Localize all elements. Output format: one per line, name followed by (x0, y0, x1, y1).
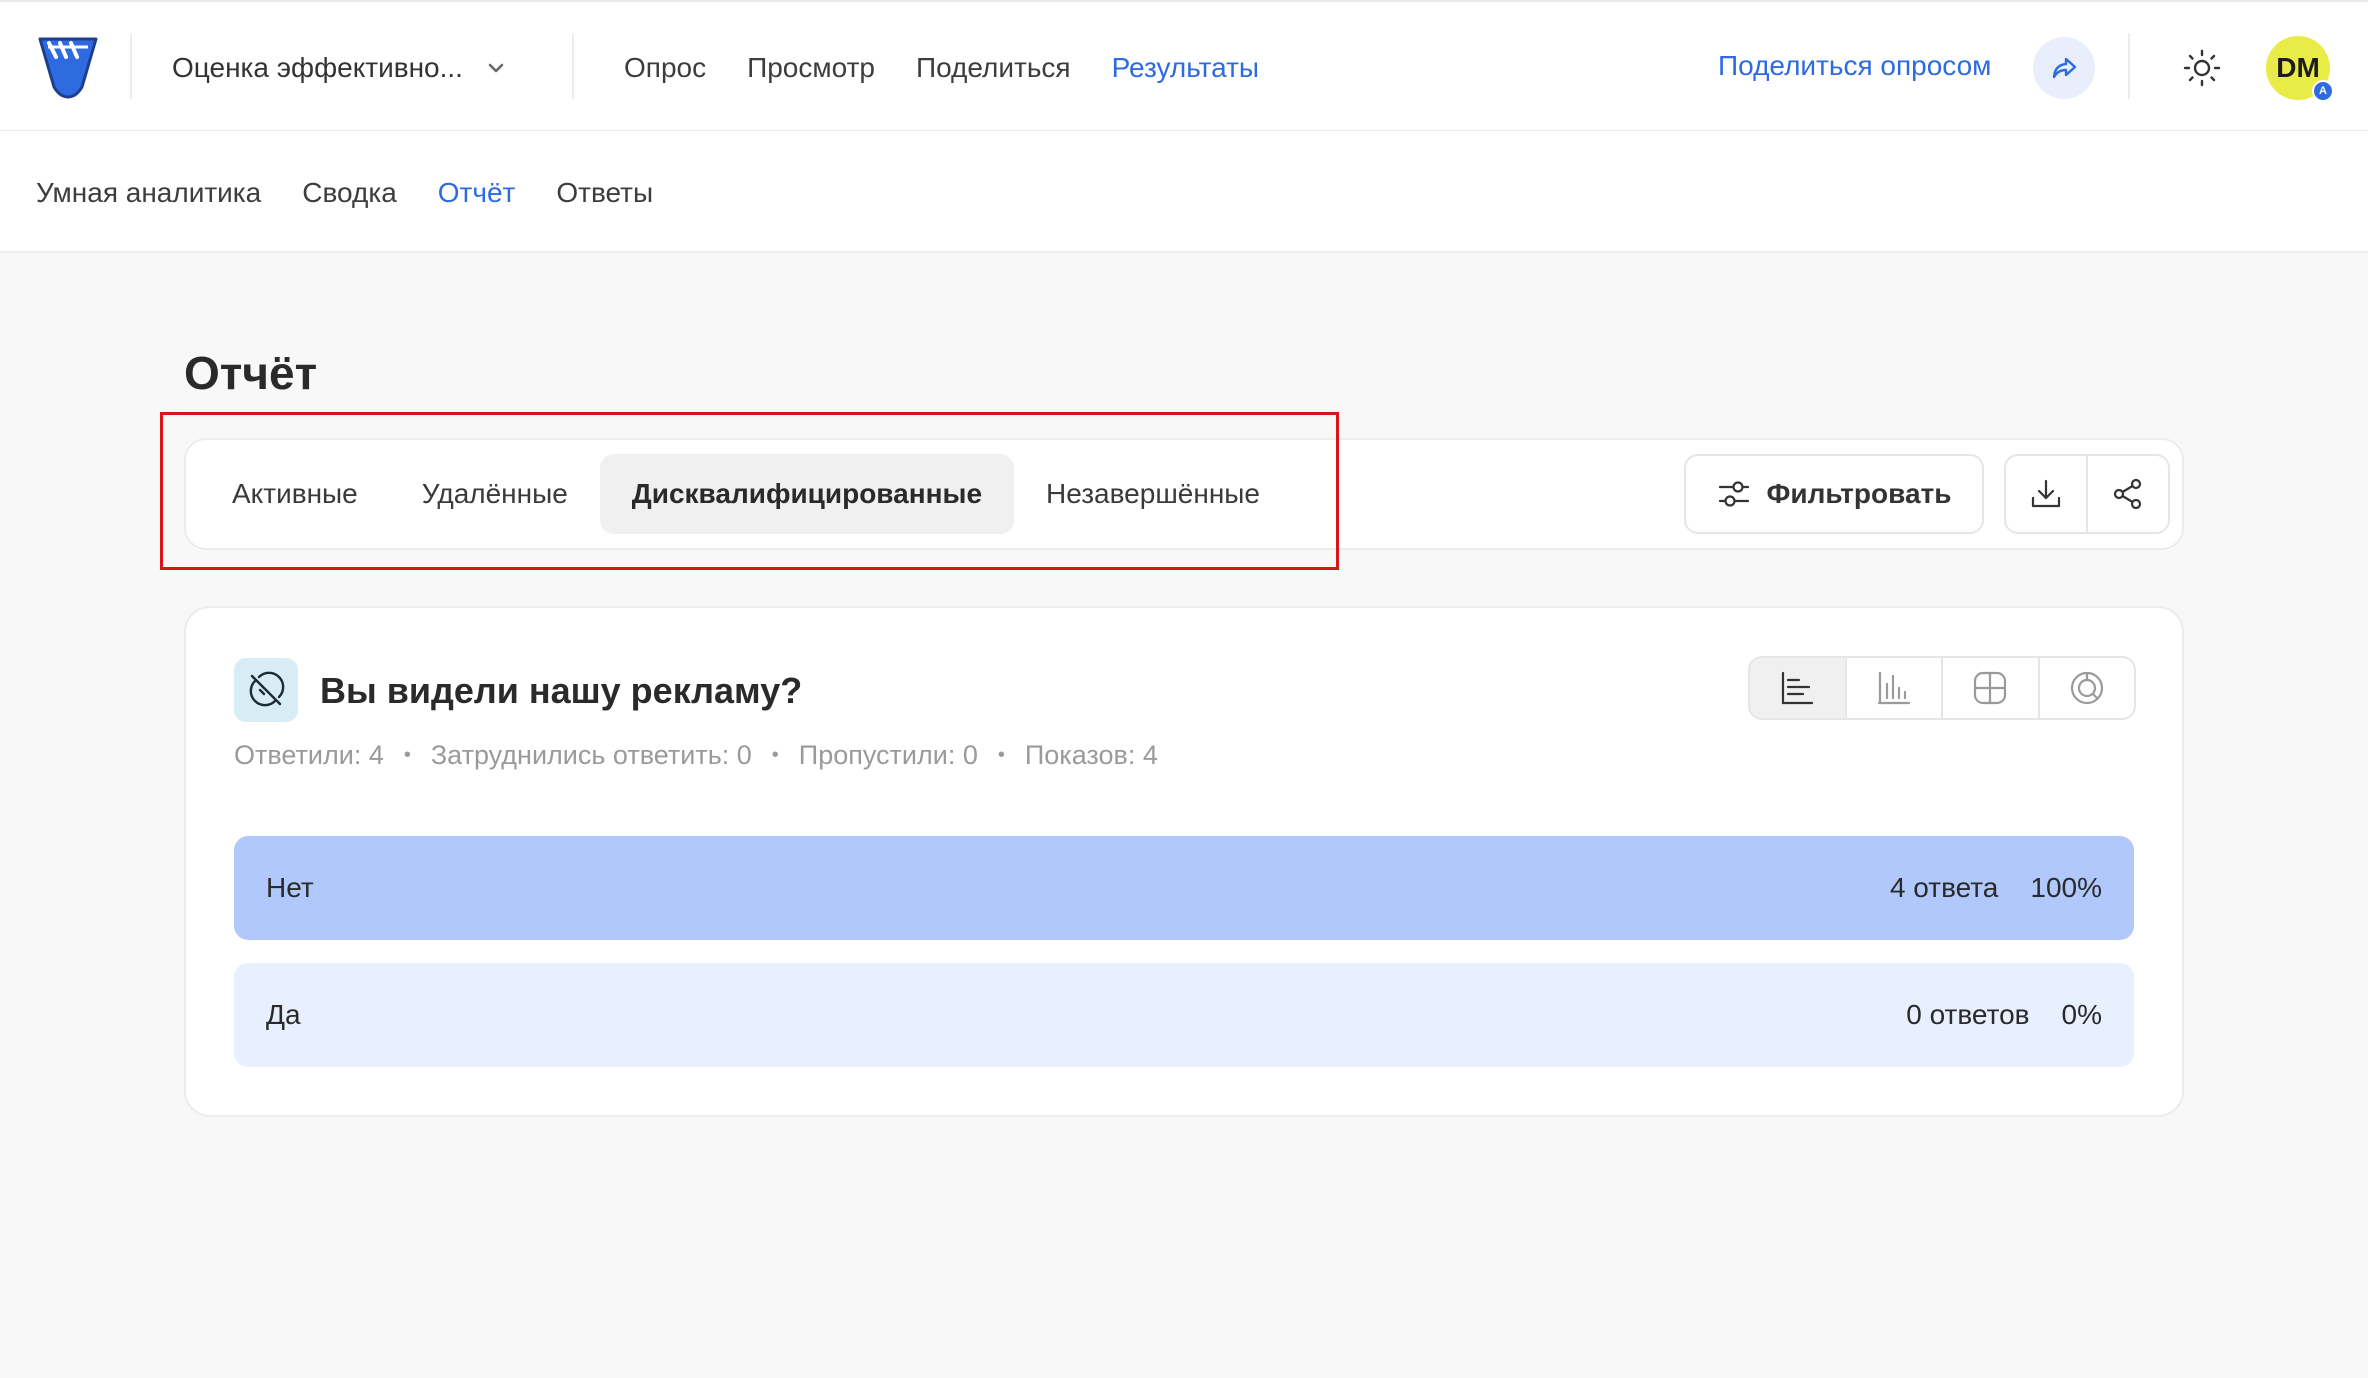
download-icon (2031, 479, 2061, 508)
answer-percent: 0% (2061, 999, 2102, 1030)
download-button[interactable] (2006, 456, 2086, 532)
question-title: Вы видели нашу рекламу? (320, 670, 803, 711)
subnav-item-smart-analytics[interactable]: Умная аналитика (36, 177, 261, 209)
share-arrow-icon (2052, 57, 2077, 79)
tab-incomplete[interactable]: Незавершённые (1014, 454, 1292, 534)
header-divider (572, 33, 574, 99)
avatar-initials: DM (2276, 52, 2320, 83)
header-divider (2128, 33, 2130, 99)
results-subnav: Умная аналитика Сводка Отчёт Ответы (36, 171, 653, 215)
survey-selector[interactable]: Оценка эффективно... (172, 46, 507, 90)
page-title: Отчёт (184, 347, 318, 399)
grid-table-icon (1974, 671, 2007, 705)
share-survey-link[interactable]: Поделиться опросом (1718, 50, 1991, 82)
user-avatar[interactable]: DM A (2266, 36, 2334, 102)
app-logo-icon[interactable] (36, 33, 100, 99)
avatar-badge: A (2312, 80, 2334, 102)
chart-view-switcher (1748, 656, 2136, 720)
disabled-circle-icon (249, 671, 285, 707)
subnav-item-report[interactable]: Отчёт (438, 177, 516, 209)
answer-bar-row[interactable]: Нет 4 ответа 100% (234, 836, 2134, 940)
view-donut-button[interactable] (2037, 658, 2135, 718)
donut-chart-icon (2070, 671, 2103, 705)
answer-label: Да (266, 999, 301, 1030)
answer-percent: 100% (2030, 872, 2102, 903)
horizontal-bar-chart-icon (1782, 671, 1814, 705)
nav-item-survey[interactable]: Опрос (624, 52, 706, 84)
survey-name: Оценка эффективно... (172, 52, 463, 83)
filter-button-label: Фильтровать (1766, 478, 1952, 509)
subnav-item-answers[interactable]: Ответы (556, 177, 653, 209)
share-report-button[interactable] (2086, 456, 2168, 532)
question-report-card: Вы видели нашу рекламу? Ответили: 4 • За… (184, 606, 2184, 1117)
filter-button[interactable]: Фильтровать (1684, 454, 1984, 534)
response-filter-bar: Активные Удалённые Дисквалифицированные … (184, 438, 2184, 550)
subnav-item-summary[interactable]: Сводка (302, 177, 397, 209)
share-arrow-button[interactable] (2033, 37, 2095, 99)
chevron-down-icon (488, 63, 504, 73)
view-vertical-bars-button[interactable] (1844, 658, 1942, 718)
answer-label: Нет (266, 872, 314, 903)
stat-undecided: Затруднились ответить: 0 (430, 740, 752, 770)
sun-icon (2183, 49, 2221, 87)
export-actions (2004, 454, 2170, 534)
stat-views: Показов: 4 (1024, 740, 1158, 770)
tab-disqualified[interactable]: Дисквалифицированные (599, 454, 1015, 534)
sliders-icon (1718, 481, 1749, 507)
tab-active[interactable]: Активные (200, 454, 390, 534)
answer-bar-row[interactable]: Да 0 ответов 0% (234, 963, 2134, 1067)
question-type-icon (234, 658, 298, 722)
vertical-bar-chart-icon (1877, 671, 1910, 705)
top-header: Оценка эффективно... Опрос Просмотр Поде… (0, 0, 2368, 131)
nav-item-preview[interactable]: Просмотр (747, 52, 875, 84)
theme-toggle-button[interactable] (2180, 46, 2224, 90)
status-tabs: Активные Удалённые Дисквалифицированные … (200, 454, 1292, 534)
tab-deleted[interactable]: Удалённые (390, 454, 600, 534)
answer-count: 0 ответов (1906, 999, 2030, 1030)
nav-item-share[interactable]: Поделиться (916, 52, 1071, 84)
results-subnav-bar: Умная аналитика Сводка Отчёт Ответы (0, 131, 2368, 253)
share-nodes-icon (2113, 478, 2142, 510)
stat-skipped: Пропустили: 0 (798, 740, 978, 770)
header-divider (130, 33, 132, 99)
answer-count: 4 ответа (1889, 872, 1999, 903)
question-stats: Ответили: 4 • Затруднились ответить: 0 •… (234, 740, 1158, 770)
nav-item-results[interactable]: Результаты (1112, 52, 1259, 84)
main-nav: Опрос Просмотр Поделиться Результаты (624, 46, 1259, 90)
view-horizontal-bars-button[interactable] (1750, 658, 1845, 718)
stat-answered: Ответили: 4 (234, 740, 384, 770)
view-table-button[interactable] (1941, 658, 2038, 718)
